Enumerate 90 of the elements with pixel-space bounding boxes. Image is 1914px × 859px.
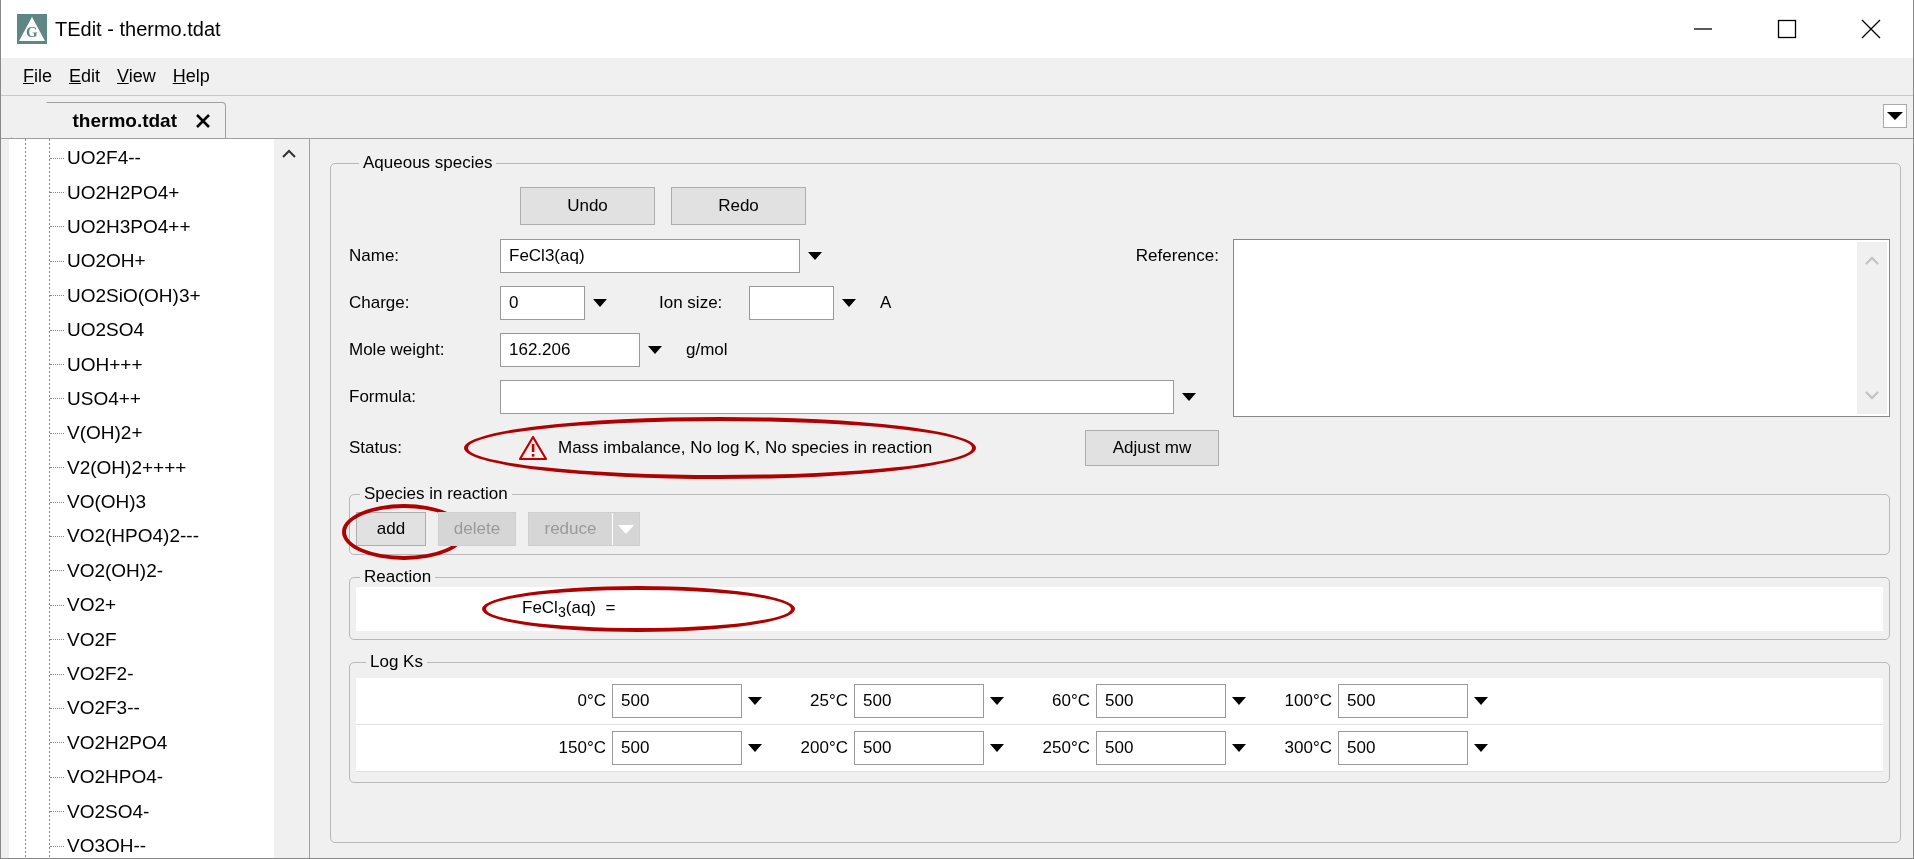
tab-list-button[interactable]	[1883, 104, 1907, 128]
mole-weight-field[interactable]: 162.206	[500, 333, 640, 367]
tree-item[interactable]: UO2H3PO4++	[64, 215, 191, 238]
tree-item[interactable]: VO2SO4-	[64, 800, 150, 823]
dropdown-arrow-icon[interactable]	[990, 744, 1004, 752]
temperature-label: 0°C	[576, 691, 606, 711]
temperature-label: 25°C	[809, 691, 848, 711]
tree-item[interactable]: VO2H2PO4	[64, 731, 168, 754]
field-label: Charge:	[349, 293, 411, 313]
temperature-label: 60°C	[1051, 691, 1090, 711]
charge-field[interactable]: 0	[500, 286, 585, 320]
tree-item[interactable]: UO2SiO(OH)3+	[64, 284, 201, 307]
file-tab[interactable]: thermo.tdat	[11, 102, 226, 138]
undo-button[interactable]: Undo	[520, 187, 655, 225]
field-label: Ion size:	[659, 293, 724, 313]
dropdown-arrow-icon[interactable]	[1474, 744, 1488, 752]
formula-field[interactable]	[500, 380, 1174, 414]
tree-item[interactable]: V2(OH)2++++	[64, 456, 187, 479]
app-logo-icon: G	[17, 14, 47, 44]
group-title: Aqueous species	[362, 153, 494, 173]
tree-item[interactable]: VO2F2-	[64, 663, 134, 686]
tree-item[interactable]: UO2H2PO4+	[64, 181, 180, 204]
maximize-icon[interactable]	[1777, 19, 1797, 39]
dropdown-arrow-icon[interactable]	[748, 744, 762, 752]
dropdown-arrow-icon[interactable]	[1182, 393, 1196, 401]
field-label: Reference:	[1135, 246, 1219, 266]
log-k-field[interactable]: 500	[1338, 684, 1468, 718]
tree-item[interactable]: USO4++	[64, 387, 141, 410]
tree-item[interactable]: UOH+++	[64, 353, 143, 376]
caret-icon	[1887, 111, 1903, 121]
tree-item[interactable]: UO2SO4	[64, 319, 145, 342]
log-k-field[interactable]: 500	[612, 684, 742, 718]
action-button[interactable]: add	[356, 512, 426, 546]
temperature-label: 100°C	[1283, 691, 1332, 711]
field-label: Mole weight:	[349, 340, 446, 360]
group-title: Species in reaction	[363, 484, 509, 504]
group-title: Log Ks	[369, 652, 424, 672]
field-label: Status:	[349, 438, 403, 458]
dropdown-arrow-icon[interactable]	[990, 697, 1004, 705]
tree-item[interactable]: VO2(HPO4)2---	[64, 525, 199, 548]
adjust-mw-button[interactable]: Adjust mw	[1085, 430, 1219, 466]
log-k-field[interactable]: 500	[854, 731, 984, 765]
field-label: Formula:	[349, 387, 418, 407]
temperature-label: 300°C	[1283, 738, 1332, 758]
menu-item[interactable]: Edit	[61, 66, 110, 87]
log-k-field[interactable]: 500	[1096, 731, 1226, 765]
dropdown-arrow-icon[interactable]	[593, 299, 607, 307]
dropdown-arrow-icon[interactable]	[842, 299, 856, 307]
log-k-field[interactable]: 500	[854, 684, 984, 718]
tree-item[interactable]: VO2F3--	[64, 697, 140, 720]
redo-button[interactable]: Redo	[671, 187, 806, 225]
tree-item[interactable]: VO3OH--	[64, 835, 147, 857]
temperature-label: 200°C	[799, 738, 848, 758]
temperature-label: 150°C	[557, 738, 606, 758]
status-message: Mass imbalance, No log K, No species in reaction	[558, 438, 933, 458]
reference-field[interactable]	[1233, 239, 1890, 417]
dropdown-arrow-icon[interactable]	[808, 252, 822, 260]
warning-icon	[518, 435, 548, 461]
dropdown-arrow-icon[interactable]	[1474, 697, 1488, 705]
menu-item[interactable]: Help	[164, 66, 219, 87]
tree-item[interactable]: UO2OH+	[64, 250, 146, 273]
ion-size-field[interactable]	[749, 286, 834, 320]
chevron-up-icon[interactable]	[282, 149, 296, 159]
menu-item[interactable]: File	[15, 66, 61, 87]
group-title: Reaction	[363, 567, 433, 587]
window-title: TEdit - thermo.tdat	[55, 17, 221, 41]
menu-item[interactable]: View	[109, 66, 165, 87]
close-icon[interactable]	[195, 112, 211, 129]
unit-label: g/mol	[686, 340, 728, 360]
tree-item[interactable]: VO2+	[64, 594, 117, 617]
tree-item[interactable]: VO2F	[64, 628, 117, 651]
tree-item[interactable]: UO2F4--	[64, 147, 141, 170]
dropdown-arrow-icon[interactable]	[648, 346, 662, 354]
tree-item[interactable]: VO2(OH)2-	[64, 559, 164, 582]
reaction-equation: FeCl$_{3}$(aq) =	[522, 597, 616, 621]
temperature-label: 250°C	[1041, 738, 1090, 758]
tree-item[interactable]: V(OH)2+	[64, 422, 143, 445]
dropdown-arrow-icon[interactable]	[748, 697, 762, 705]
name-field[interactable]: FeCl3(aq)	[500, 239, 800, 273]
field-label: Name:	[349, 246, 401, 266]
dropdown-arrow-icon[interactable]	[1232, 744, 1246, 752]
close-icon[interactable]	[1861, 19, 1881, 39]
caret-icon	[618, 524, 634, 534]
log-k-field[interactable]: 500	[1096, 684, 1226, 718]
log-k-field[interactable]: 500	[1338, 731, 1468, 765]
log-k-field[interactable]: 500	[612, 731, 742, 765]
dropdown-arrow-icon[interactable]	[1232, 697, 1246, 705]
tree-item[interactable]: VO2HPO4-	[64, 766, 164, 789]
tree-item[interactable]: VO(OH)3	[64, 491, 147, 514]
unit-label: A	[880, 293, 892, 313]
